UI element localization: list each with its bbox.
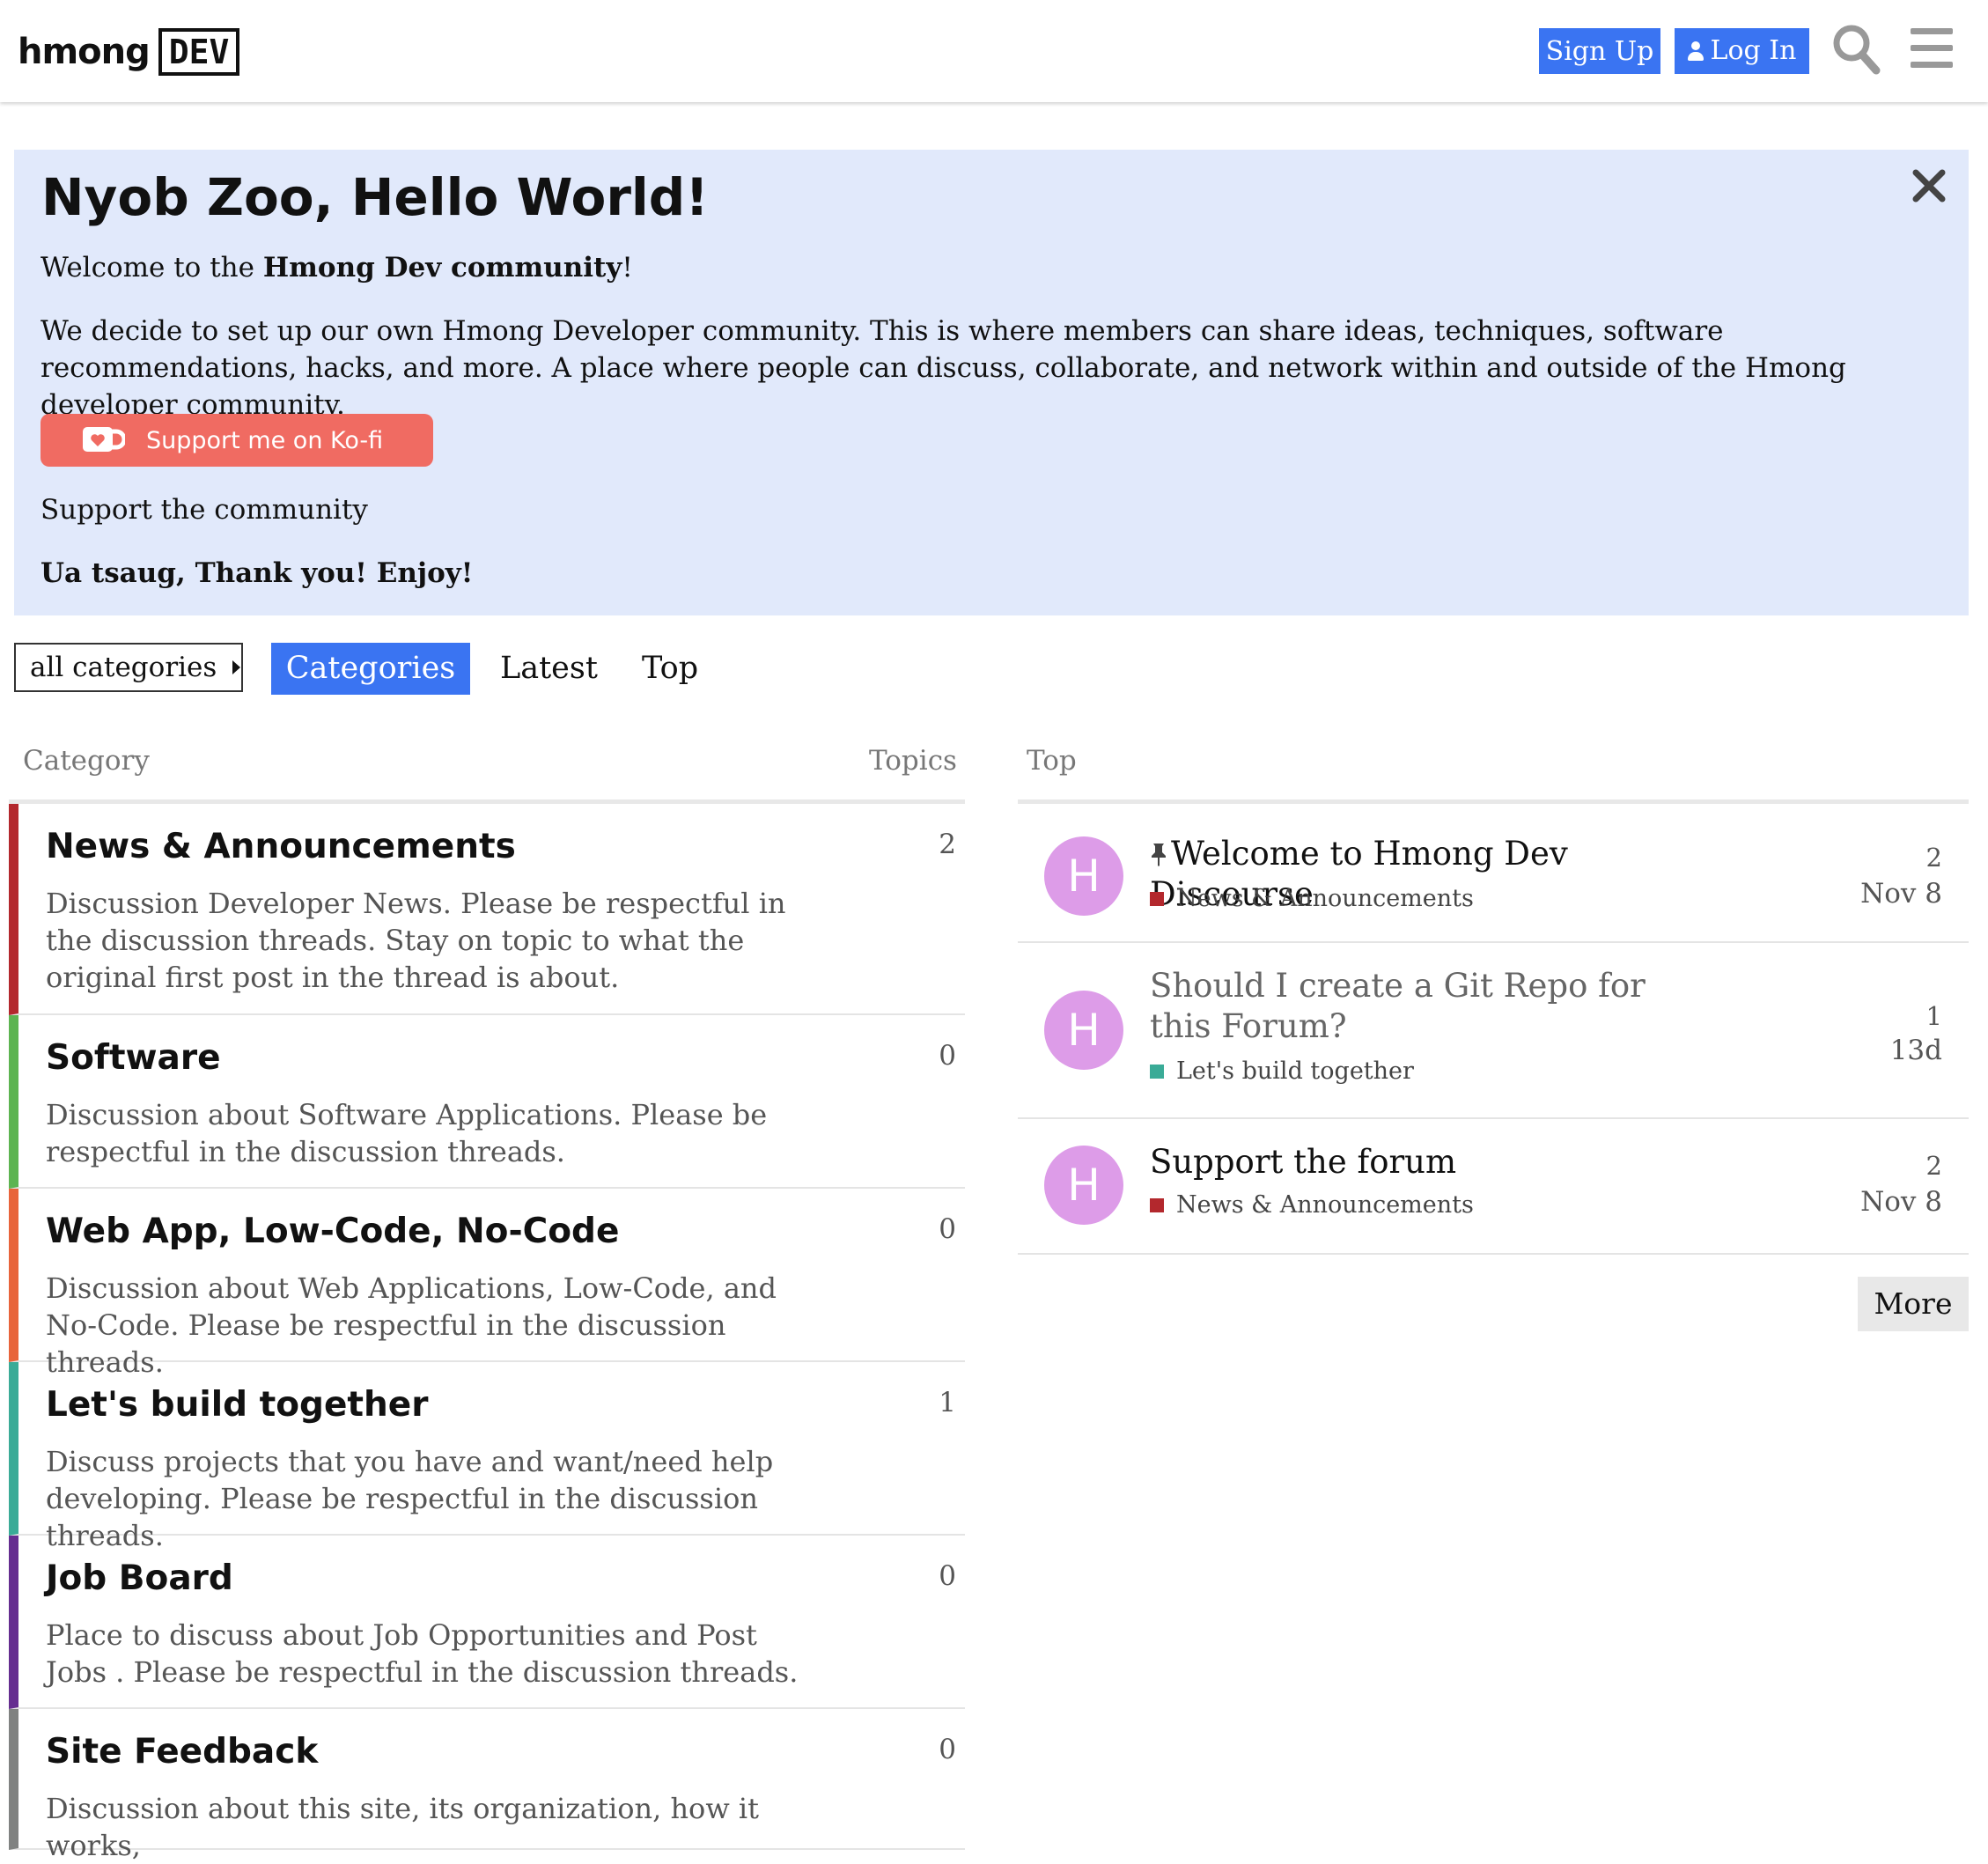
search-icon[interactable] (1831, 23, 1881, 76)
topics-column-header: Topics (869, 745, 957, 777)
category-row-web-app[interactable]: Web App, Low-Code, No-Code Discussion ab… (9, 1189, 965, 1379)
kofi-cup-icon (83, 427, 125, 452)
pin-icon (1152, 844, 1166, 866)
site-logo[interactable]: hmong DEV (18, 26, 240, 77)
topic-activity-age[interactable]: 13d (1890, 1035, 1942, 1066)
topic-category-name: News & Announcements (1176, 1191, 1474, 1219)
category-dropdown-label: all categories (30, 652, 217, 683)
category-name[interactable]: Site Feedback (46, 1732, 318, 1772)
banner-description: We decide to set up our own Hmong Develo… (40, 315, 1846, 421)
sign-up-button[interactable]: Sign Up (1539, 28, 1660, 74)
logo-dev-box: DEV (158, 28, 240, 76)
user-avatar[interactable]: H (1044, 991, 1123, 1070)
category-description: Discussion about Software Applications. … (46, 1098, 768, 1168)
community-name: Hmong Dev community (262, 252, 622, 284)
category-topic-count: 0 (939, 1213, 956, 1245)
category-name[interactable]: Job Board (46, 1558, 233, 1598)
welcome-banner: Nyob Zoo, Hello World! Welcome to the Hm… (14, 150, 1969, 615)
banner-title: Nyob Zoo, Hello World! (41, 167, 709, 227)
kofi-label: Support me on Ko-fi (146, 426, 384, 454)
topic-activity-age[interactable]: Nov 8 (1860, 1186, 1942, 1218)
banner-thanks: Ua tsaug, Thank you! Enjoy! (40, 557, 474, 589)
more-topics-button[interactable]: More (1858, 1277, 1969, 1331)
topic-row[interactable]: H Support the forum News & Announcements… (1018, 1119, 1969, 1255)
site-header: hmong DEV Sign Up Log In (0, 0, 1988, 102)
logo-text: hmong (18, 32, 151, 72)
category-description: Discussion Developer News. Please be res… (46, 887, 786, 994)
hamburger-menu-icon[interactable] (1911, 28, 1953, 69)
top-column-header: Top (1027, 745, 1077, 777)
category-column-header: Category (23, 745, 150, 777)
category-dropdown[interactable]: all categories (14, 643, 243, 692)
topic-activity-age[interactable]: Nov 8 (1860, 878, 1942, 910)
topic-category-badge[interactable]: News & Announcements (1150, 885, 1474, 912)
caret-right-icon (232, 660, 241, 674)
category-row-lets-build-together[interactable]: Let's build together Discuss projects th… (9, 1362, 965, 1552)
topic-category-badge[interactable]: News & Announcements (1150, 1191, 1474, 1219)
topic-reply-count: 1 (1925, 1001, 1942, 1031)
category-row-news-announcements[interactable]: News & Announcements Discussion Develope… (9, 804, 965, 1015)
category-color-swatch (1150, 891, 1164, 906)
category-list: News & Announcements Discussion Develope… (9, 799, 965, 1862)
topic-row[interactable]: H Should I create a Git Repo for this Fo… (1018, 943, 1969, 1119)
log-in-button[interactable]: Log In (1675, 28, 1809, 74)
banner-welcome: Welcome to the Hmong Dev community! (40, 252, 633, 284)
category-color-swatch (1150, 1064, 1164, 1079)
user-avatar[interactable]: H (1044, 1146, 1123, 1225)
topic-title[interactable]: Should I create a Git Repo for this Foru… (1150, 966, 1678, 1047)
category-topic-count: 0 (939, 1560, 956, 1592)
category-row-site-feedback[interactable]: Site Feedback Discussion about this site… (9, 1709, 965, 1862)
top-topics-list: H Welcome to Hmong Dev Discourse News & … (1018, 799, 1969, 1255)
user-icon (1687, 41, 1704, 61)
close-icon[interactable] (1907, 164, 1951, 208)
category-topic-count: 1 (939, 1387, 956, 1418)
category-name[interactable]: Software (46, 1038, 221, 1078)
topic-title[interactable]: Support the forum (1150, 1142, 1678, 1182)
category-row-job-board[interactable]: Job Board Place to discuss about Job Opp… (9, 1536, 965, 1709)
category-row-software[interactable]: Software Discussion about Software Appli… (9, 1015, 965, 1189)
user-avatar[interactable]: H (1044, 836, 1123, 916)
category-topic-count: 0 (939, 1734, 956, 1765)
category-topic-count: 0 (939, 1040, 956, 1072)
kofi-support-button[interactable]: Support me on Ko-fi (40, 414, 433, 467)
log-in-label: Log In (1710, 35, 1797, 66)
tab-categories[interactable]: Categories (271, 643, 470, 695)
topic-category-name: Let's build together (1176, 1057, 1414, 1085)
topic-reply-count: 2 (1925, 1151, 1942, 1181)
category-topic-count: 2 (939, 829, 956, 860)
category-name[interactable]: Let's build together (46, 1385, 428, 1425)
category-description: Discussion about this site, its organiza… (46, 1792, 759, 1862)
topic-row[interactable]: H Welcome to Hmong Dev Discourse News & … (1018, 804, 1969, 943)
category-name[interactable]: Web App, Low-Code, No-Code (46, 1212, 619, 1251)
category-color-swatch (1150, 1197, 1164, 1212)
tab-latest[interactable]: Latest (500, 643, 598, 695)
support-community-link[interactable]: Support the community (40, 491, 1933, 528)
category-description: Place to discuss about Job Opportunities… (46, 1618, 799, 1689)
topic-category-badge[interactable]: Let's build together (1150, 1057, 1414, 1085)
tab-top[interactable]: Top (642, 643, 698, 695)
category-name[interactable]: News & Announcements (46, 827, 516, 866)
topic-category-name: News & Announcements (1176, 885, 1474, 912)
topic-reply-count: 2 (1925, 843, 1942, 873)
